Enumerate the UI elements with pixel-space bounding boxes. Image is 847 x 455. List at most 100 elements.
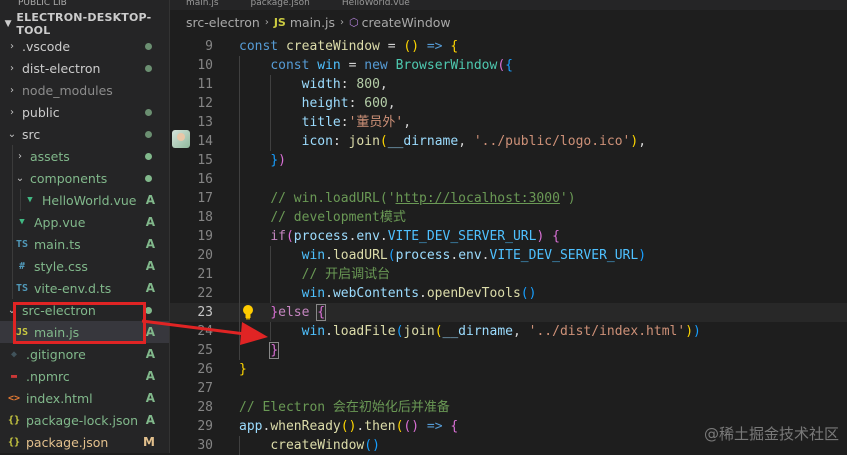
breadcrumb: src-electron › JS main.js › ⬡ createWind…: [170, 10, 847, 34]
code-line[interactable]: 28 // Electron 会在初始化后并准备: [170, 398, 847, 417]
tree-item[interactable]: › public: [0, 101, 169, 123]
tree-item-label: .vscode: [22, 38, 71, 54]
tree-item-label: dist-electron: [22, 60, 101, 76]
indent-guide: [270, 75, 272, 94]
code-token: =>: [426, 419, 443, 434]
breadcrumb-file[interactable]: main.js: [290, 15, 335, 30]
indent-guide: [239, 436, 240, 455]
typescript-file-icon: TS: [15, 238, 29, 250]
code-line[interactable]: 16: [170, 170, 847, 189]
html-file-icon: <>: [7, 392, 21, 404]
tree-item[interactable]: # style.css A: [0, 255, 169, 277]
code-token: if: [270, 229, 286, 244]
code-token: http://localhost:3000: [395, 191, 560, 206]
tree-item[interactable]: {} package.json M: [0, 431, 169, 453]
code-text: win.loadURL(process.env.VITE_DEV_SERVER_…: [302, 246, 646, 265]
vue-file-icon: ▼: [19, 217, 25, 227]
tree-item-label: .gitignore: [26, 346, 86, 362]
line-number: 16: [197, 172, 213, 187]
code-text: const createWindow = () => {: [239, 37, 458, 56]
code-token: (: [387, 248, 396, 263]
code-text: icon: join(__dirname, '../public/logo.ic…: [302, 132, 646, 151]
code-editor[interactable]: 9 const createWindow = () => {10 const win…: [170, 37, 847, 455]
code-line[interactable]: 17 // win.loadURL('http://localhost:3000'…: [170, 189, 847, 208]
code-line[interactable]: 27: [170, 379, 847, 398]
indent-guide: [12, 211, 13, 233]
code-line[interactable]: 19 if(process.env.VITE_DEV_SERVER_URL) {: [170, 227, 847, 246]
code-token: ,: [403, 115, 412, 130]
code-token: whenReady: [270, 419, 341, 434]
code-line[interactable]: 13 title:'董员外',: [170, 113, 847, 132]
editor-tab[interactable]: package.json: [235, 0, 326, 8]
code-token: .: [481, 248, 490, 263]
code-token: ,: [638, 134, 647, 149]
code-text: if(process.env.VITE_DEV_SERVER_URL) {: [270, 227, 560, 246]
code-token: const: [239, 39, 286, 54]
line-number: 17: [197, 191, 213, 206]
code-line[interactable]: 26}: [170, 360, 847, 379]
code-token: ): [693, 324, 701, 339]
indent-guide: [239, 151, 240, 170]
code-line[interactable]: 12 height: 600,: [170, 94, 847, 113]
git-status-dot: [145, 64, 152, 72]
tree-item[interactable]: ▬ .npmrc A: [0, 365, 169, 387]
tree-item[interactable]: <> index.html A: [0, 387, 169, 409]
tree-item[interactable]: TS main.ts A: [0, 233, 169, 255]
code-text: // win.loadURL('http://localhost:3000'): [270, 189, 575, 208]
code-text: width: 800,: [302, 75, 388, 94]
code-line[interactable]: 10 const win = new BrowserWindow({: [170, 56, 847, 75]
code-line[interactable]: 20 win.loadURL(process.env.VITE_DEV_SERVE…: [170, 246, 847, 265]
tree-item-label: vite-env.d.ts: [34, 280, 112, 296]
code-line[interactable]: 14 icon: join(__dirname, '../public/logo.…: [170, 132, 847, 151]
tree-item-label: main.ts: [34, 236, 81, 252]
git-status-badge: A: [145, 281, 155, 295]
tree-item[interactable]: ▼ HelloWorld.vue A: [0, 189, 169, 211]
explorer-header[interactable]: ▼ ELECTRON-DESKTOP-TOOL: [0, 11, 169, 37]
code-token: :: [340, 115, 349, 130]
code-token: ): [278, 153, 286, 168]
indent-guide: [239, 132, 240, 151]
code-token: join: [403, 324, 435, 339]
code-token: =>: [426, 39, 443, 54]
code-line[interactable]: 18 // development模式: [170, 208, 847, 227]
tree-item[interactable]: › .vscode: [0, 35, 169, 57]
function-cube-icon: ⬡: [349, 15, 359, 29]
code-line[interactable]: 9 const createWindow = () => {: [170, 37, 847, 56]
tree-item[interactable]: ⌄ src: [0, 123, 169, 145]
tree-item[interactable]: › node_modules: [0, 79, 169, 101]
line-number: 20: [197, 248, 213, 263]
javascript-file-icon: JS: [273, 15, 286, 29]
code-token: loadFile: [332, 324, 396, 339]
chevron-down-icon: ⌄: [15, 172, 25, 184]
tree-item[interactable]: › dist-electron: [0, 57, 169, 79]
git-status-badge: M: [143, 435, 155, 449]
indent-guide: [239, 189, 240, 208]
explorer-sidebar: PUBLIC LIB ▼ ELECTRON-DESKTOP-TOOL › .vsc…: [0, 0, 170, 453]
code-token: 600: [364, 96, 388, 111]
tree-item[interactable]: {} package-lock.json A: [0, 409, 169, 431]
code-line[interactable]: 15}): [170, 151, 847, 170]
code-token: openDevTools: [426, 286, 521, 301]
tree-item-label: package.json: [26, 434, 109, 450]
editor-tab[interactable]: HelloWorld.vue: [326, 0, 426, 8]
chevron-down-icon: ⌄: [7, 128, 17, 140]
breadcrumb-folder[interactable]: src-electron: [186, 15, 260, 30]
indent-guide: [12, 167, 13, 189]
code-line[interactable]: 11 width: 800,: [170, 75, 847, 94]
code-token: VITE_DEV_SERVER_URL: [489, 248, 639, 263]
tree-item[interactable]: › assets: [0, 145, 169, 167]
tree-item[interactable]: ⌄ components: [0, 167, 169, 189]
code-token: loadURL: [332, 248, 388, 263]
tree-item-label: .npmrc: [26, 368, 70, 384]
indent-guide: [20, 189, 21, 211]
breadcrumb-symbol[interactable]: createWindow: [362, 15, 451, 30]
tree-item[interactable]: TS vite-env.d.ts A: [0, 277, 169, 299]
code-token: win: [317, 58, 341, 73]
editor-tab[interactable]: main.js: [170, 0, 235, 8]
code-line[interactable]: 21 // 开启调试台: [170, 265, 847, 284]
tree-item[interactable]: ▼ App.vue A: [0, 211, 169, 233]
code-token: ,: [512, 324, 529, 339]
code-token: =: [340, 58, 365, 73]
code-text: }: [239, 360, 247, 379]
